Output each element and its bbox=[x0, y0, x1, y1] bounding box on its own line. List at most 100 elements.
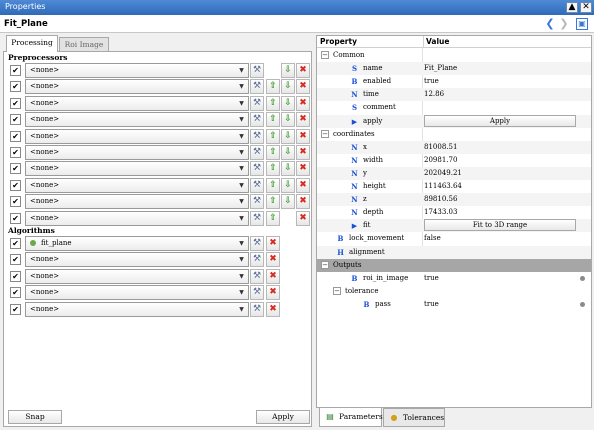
property-column-header[interactable]: Property bbox=[317, 36, 423, 48]
delete-icon[interactable]: ✖ bbox=[296, 194, 310, 210]
tab-tolerances[interactable]: ● Tolerances bbox=[383, 408, 445, 427]
expand-toggle-icon[interactable]: − bbox=[321, 260, 329, 269]
tab-roi-image[interactable]: Roi Image bbox=[59, 37, 109, 51]
move-down-icon[interactable]: ⇩ bbox=[281, 95, 295, 111]
move-up-icon[interactable]: ⇧ bbox=[266, 79, 280, 95]
wrench-icon[interactable]: ⚒ bbox=[250, 301, 264, 317]
wrench-icon[interactable]: ⚒ bbox=[250, 112, 264, 128]
delete-icon[interactable]: ✖ bbox=[296, 63, 310, 78]
delete-icon[interactable]: ✖ bbox=[296, 161, 310, 177]
preprocessor-checkbox[interactable]: ✔ bbox=[10, 81, 21, 93]
property-row[interactable]: Nwidth 20981.70 bbox=[317, 154, 591, 167]
property-row[interactable]: Sname Fit_Plane bbox=[317, 62, 591, 76]
preprocessor-select[interactable]: <none> ▼ bbox=[25, 194, 249, 210]
expand-toggle-icon[interactable]: − bbox=[321, 129, 329, 138]
algorithm-select[interactable]: <none> ▼ bbox=[25, 301, 249, 317]
forward-icon[interactable]: ❯ bbox=[558, 18, 570, 30]
delete-icon[interactable]: ✖ bbox=[266, 268, 280, 284]
close-icon[interactable]: ✕ bbox=[580, 2, 592, 13]
wrench-icon[interactable]: ⚒ bbox=[250, 285, 264, 301]
preprocessor-select[interactable]: <none> ▼ bbox=[25, 145, 249, 160]
property-row[interactable]: Nheight 111463.64 bbox=[317, 180, 591, 193]
preprocessor-checkbox[interactable]: ✔ bbox=[10, 147, 21, 158]
algorithm-select[interactable]: fit_plane ▼ bbox=[25, 236, 249, 251]
delete-icon[interactable]: ✖ bbox=[296, 95, 310, 111]
algorithm-select[interactable]: <none> ▼ bbox=[25, 252, 249, 268]
property-row[interactable]: Halignment bbox=[317, 245, 591, 259]
preprocessor-select[interactable]: <none> ▼ bbox=[25, 161, 249, 177]
move-up-icon[interactable]: ⇧ bbox=[266, 112, 280, 128]
property-row[interactable]: ▶ apply Apply bbox=[317, 114, 591, 128]
algorithm-checkbox[interactable]: ✔ bbox=[10, 254, 21, 266]
wrench-icon[interactable]: ⚒ bbox=[250, 268, 264, 284]
preprocessor-checkbox[interactable]: ✔ bbox=[10, 196, 21, 208]
property-row[interactable]: Ndepth 17433.03 bbox=[317, 206, 591, 219]
wrench-icon[interactable]: ⚒ bbox=[250, 145, 264, 160]
snap-button[interactable]: Snap bbox=[8, 410, 62, 424]
preprocessor-select[interactable]: <none> ▼ bbox=[25, 210, 249, 226]
preprocessor-checkbox[interactable]: ✔ bbox=[10, 97, 21, 109]
preprocessor-select[interactable]: <none> ▼ bbox=[25, 63, 249, 78]
wrench-icon[interactable]: ⚒ bbox=[250, 63, 264, 78]
property-row[interactable]: Ntime 12.86 bbox=[317, 88, 591, 102]
algorithm-checkbox[interactable]: ✔ bbox=[10, 270, 21, 282]
property-row[interactable]: − coordinates bbox=[317, 128, 591, 141]
algorithm-select[interactable]: <none> ▼ bbox=[25, 268, 249, 284]
wrench-icon[interactable]: ⚒ bbox=[250, 128, 264, 144]
property-row[interactable]: Block_movement false bbox=[317, 232, 591, 245]
expand-toggle-icon[interactable]: − bbox=[321, 51, 329, 59]
delete-icon[interactable]: ✖ bbox=[296, 128, 310, 144]
preprocessor-checkbox[interactable]: ✔ bbox=[10, 65, 21, 76]
tab-parameters[interactable]: ▤ Parameters bbox=[319, 408, 383, 427]
property-row[interactable]: Ny 202049.21 bbox=[317, 166, 591, 180]
preprocessor-select[interactable]: <none> ▼ bbox=[25, 95, 249, 111]
delete-icon[interactable]: ✖ bbox=[296, 210, 310, 226]
move-up-icon[interactable]: ⇧ bbox=[266, 95, 280, 111]
move-up-icon[interactable]: ⇧ bbox=[266, 128, 280, 144]
delete-icon[interactable]: ✖ bbox=[266, 301, 280, 317]
preprocessor-select[interactable]: <none> ▼ bbox=[25, 128, 249, 144]
move-up-icon[interactable]: ⇧ bbox=[266, 210, 280, 226]
move-down-icon[interactable]: ⇩ bbox=[281, 177, 295, 193]
move-down-icon[interactable]: ⇩ bbox=[281, 63, 295, 78]
expand-toggle-icon[interactable]: − bbox=[333, 286, 341, 295]
wrench-icon[interactable]: ⚒ bbox=[250, 194, 264, 210]
delete-icon[interactable]: ✖ bbox=[296, 177, 310, 193]
move-down-icon[interactable]: ⇩ bbox=[281, 112, 295, 128]
property-row[interactable]: ▶ fit Fit to 3D range bbox=[317, 219, 591, 233]
property-row[interactable]: Benabled true bbox=[317, 75, 591, 88]
move-up-icon[interactable]: ⇧ bbox=[266, 194, 280, 210]
preprocessor-select[interactable]: <none> ▼ bbox=[25, 177, 249, 193]
wrench-icon[interactable]: ⚒ bbox=[250, 252, 264, 268]
property-row[interactable]: Scomment bbox=[317, 101, 591, 114]
delete-icon[interactable]: ✖ bbox=[296, 145, 310, 160]
algorithm-checkbox[interactable]: ✔ bbox=[10, 303, 21, 315]
preprocessor-checkbox[interactable]: ✔ bbox=[10, 163, 21, 175]
preprocessor-select[interactable]: <none> ▼ bbox=[25, 79, 249, 95]
move-down-icon[interactable]: ⇩ bbox=[281, 128, 295, 144]
wrench-icon[interactable]: ⚒ bbox=[250, 95, 264, 111]
pin-icon[interactable]: ▲ bbox=[566, 2, 578, 13]
delete-icon[interactable]: ✖ bbox=[266, 236, 280, 251]
wrench-icon[interactable]: ⚒ bbox=[250, 177, 264, 193]
panel-toggle-icon[interactable]: ▣ bbox=[576, 18, 588, 30]
delete-icon[interactable]: ✖ bbox=[296, 112, 310, 128]
delete-icon[interactable]: ✖ bbox=[266, 252, 280, 268]
wrench-icon[interactable]: ⚒ bbox=[250, 236, 264, 251]
move-up-icon[interactable]: ⇧ bbox=[266, 177, 280, 193]
apply-button[interactable]: Apply bbox=[256, 410, 310, 424]
preprocessor-select[interactable]: <none> ▼ bbox=[25, 112, 249, 128]
algorithm-select[interactable]: <none> ▼ bbox=[25, 285, 249, 301]
delete-icon[interactable]: ✖ bbox=[296, 79, 310, 95]
preprocessor-checkbox[interactable]: ✔ bbox=[10, 130, 21, 142]
preprocessor-checkbox[interactable]: ✔ bbox=[10, 212, 21, 224]
move-down-icon[interactable]: ⇩ bbox=[281, 194, 295, 210]
move-up-icon[interactable]: ⇧ bbox=[266, 145, 280, 160]
property-row[interactable]: Nx 81008.51 bbox=[317, 140, 591, 154]
algorithm-checkbox[interactable]: ✔ bbox=[10, 238, 21, 249]
back-icon[interactable]: ❮ bbox=[544, 18, 556, 30]
move-down-icon[interactable]: ⇩ bbox=[281, 145, 295, 160]
property-row[interactable]: Broi_in_image true bbox=[317, 272, 591, 285]
value-column-header[interactable]: Value bbox=[423, 36, 591, 48]
move-up-icon[interactable]: ⇧ bbox=[266, 161, 280, 177]
